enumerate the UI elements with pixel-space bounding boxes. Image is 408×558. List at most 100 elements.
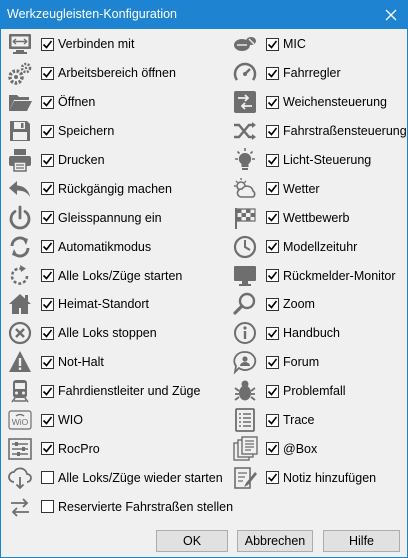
option-checkbox[interactable]: [266, 153, 279, 167]
option-row[interactable]: Modellzeituhr: [231, 232, 406, 261]
option-row[interactable]: Rückgängig machen: [6, 174, 231, 203]
option-label[interactable]: Trace: [283, 413, 315, 427]
option-label[interactable]: Reservierte Fahrstraßen stellen: [58, 500, 233, 514]
option-label[interactable]: Gleisspannung ein: [58, 211, 162, 225]
option-label[interactable]: Heimat-Standort: [58, 297, 149, 311]
option-label[interactable]: Modellzeituhr: [283, 240, 357, 254]
option-label[interactable]: RocPro: [58, 442, 100, 456]
option-label[interactable]: Verbinden mit: [58, 37, 134, 51]
option-row[interactable]: Verbinden mit: [6, 30, 231, 59]
option-row[interactable]: Not-Halt: [6, 348, 231, 377]
option-row[interactable]: Arbeitsbereich öffnen: [6, 59, 231, 88]
option-label[interactable]: Notiz hinzufügen: [283, 471, 376, 485]
option-label[interactable]: @Box: [283, 442, 317, 456]
option-label[interactable]: Handbuch: [283, 326, 340, 340]
option-row[interactable]: Trace: [231, 406, 406, 435]
option-row[interactable]: Alle Loks stoppen: [6, 319, 231, 348]
option-label[interactable]: Arbeitsbereich öffnen: [58, 66, 176, 80]
option-checkbox[interactable]: [266, 269, 279, 283]
option-checkbox[interactable]: [41, 66, 54, 80]
option-label[interactable]: MIC: [283, 37, 306, 51]
option-label[interactable]: Rückmelder-Monitor: [283, 269, 396, 283]
option-label[interactable]: Fahrregler: [283, 66, 341, 80]
option-checkbox[interactable]: [41, 37, 54, 51]
option-checkbox[interactable]: [266, 37, 279, 51]
option-checkbox[interactable]: [266, 66, 279, 80]
option-row[interactable]: Wettbewerb: [231, 203, 406, 232]
option-checkbox[interactable]: [266, 182, 279, 196]
option-row[interactable]: Forum: [231, 348, 406, 377]
option-checkbox[interactable]: [41, 384, 54, 398]
option-row[interactable]: Notiz hinzufügen: [231, 463, 406, 492]
option-checkbox[interactable]: [41, 355, 54, 369]
option-row[interactable]: Licht-Steuerung: [231, 146, 406, 175]
option-row[interactable]: RocPro: [6, 434, 231, 463]
option-row[interactable]: Automatikmodus: [6, 232, 231, 261]
option-label[interactable]: Alle Loks/Züge starten: [58, 269, 182, 283]
option-label[interactable]: Forum: [283, 355, 319, 369]
option-checkbox[interactable]: [41, 500, 54, 514]
option-label[interactable]: Automatikmodus: [58, 240, 151, 254]
option-row[interactable]: Alle Loks/Züge starten: [6, 261, 231, 290]
option-row[interactable]: Problemfall: [231, 377, 406, 406]
option-checkbox[interactable]: [41, 240, 54, 254]
option-label[interactable]: Alle Loks stoppen: [58, 326, 157, 340]
option-row[interactable]: Öffnen: [6, 88, 231, 117]
option-row[interactable]: Fahrdienstleiter und Züge: [6, 377, 231, 406]
option-label[interactable]: Not-Halt: [58, 355, 104, 369]
option-row[interactable]: Fahrstraßensteuerung: [231, 117, 407, 146]
option-checkbox[interactable]: [41, 211, 54, 225]
option-checkbox[interactable]: [266, 297, 279, 311]
option-label[interactable]: Rückgängig machen: [58, 182, 172, 196]
option-label[interactable]: Speichern: [58, 124, 114, 138]
option-checkbox[interactable]: [41, 326, 54, 340]
option-row[interactable]: @Box: [231, 434, 406, 463]
option-label[interactable]: Öffnen: [58, 95, 95, 109]
option-label[interactable]: Fahrstraßensteuerung: [283, 124, 407, 138]
cancel-button[interactable]: Abbrechen: [237, 530, 313, 552]
option-checkbox[interactable]: [266, 211, 279, 225]
option-label[interactable]: WIO: [58, 413, 83, 427]
option-checkbox[interactable]: [41, 124, 54, 138]
option-row[interactable]: Heimat-Standort: [6, 290, 231, 319]
option-label[interactable]: Wettbewerb: [283, 211, 349, 225]
option-checkbox[interactable]: [41, 413, 54, 427]
option-checkbox[interactable]: [266, 124, 279, 138]
option-checkbox[interactable]: [266, 413, 279, 427]
option-checkbox[interactable]: [41, 153, 54, 167]
close-button[interactable]: [375, 1, 407, 29]
option-label[interactable]: Weichensteuerung: [283, 95, 387, 109]
option-label[interactable]: Zoom: [283, 297, 315, 311]
option-label[interactable]: Wetter: [283, 182, 320, 196]
option-row[interactable]: Wetter: [231, 174, 406, 203]
option-row[interactable]: Alle Loks/Züge wieder starten: [6, 463, 231, 492]
option-checkbox[interactable]: [266, 471, 279, 485]
option-checkbox[interactable]: [266, 355, 279, 369]
option-label[interactable]: Problemfall: [283, 384, 346, 398]
option-checkbox[interactable]: [266, 442, 279, 456]
option-label[interactable]: Drucken: [58, 153, 105, 167]
option-row[interactable]: WiO WIO: [6, 406, 231, 435]
option-checkbox[interactable]: [266, 326, 279, 340]
title-bar[interactable]: Werkzeugleisten-Konfiguration: [1, 1, 407, 29]
option-checkbox[interactable]: [41, 95, 54, 109]
option-label[interactable]: Alle Loks/Züge wieder starten: [58, 471, 223, 485]
option-checkbox[interactable]: [266, 384, 279, 398]
help-button[interactable]: Hilfe: [323, 530, 400, 552]
option-checkbox[interactable]: [41, 182, 54, 196]
option-row[interactable]: Handbuch: [231, 319, 406, 348]
option-row[interactable]: Zoom: [231, 290, 406, 319]
option-row[interactable]: Fahrregler: [231, 59, 406, 88]
option-row[interactable]: Gleisspannung ein: [6, 203, 231, 232]
option-row[interactable]: Speichern: [6, 117, 231, 146]
option-checkbox[interactable]: [41, 442, 54, 456]
option-row[interactable]: Weichensteuerung: [231, 88, 406, 117]
option-label[interactable]: Fahrdienstleiter und Züge: [58, 384, 200, 398]
option-checkbox[interactable]: [266, 95, 279, 109]
ok-button[interactable]: OK: [156, 530, 228, 552]
option-row[interactable]: MIC: [231, 30, 406, 59]
option-row[interactable]: Rückmelder-Monitor: [231, 261, 406, 290]
option-label[interactable]: Licht-Steuerung: [283, 153, 371, 167]
option-checkbox[interactable]: [41, 297, 54, 311]
option-row[interactable]: Drucken: [6, 146, 231, 175]
